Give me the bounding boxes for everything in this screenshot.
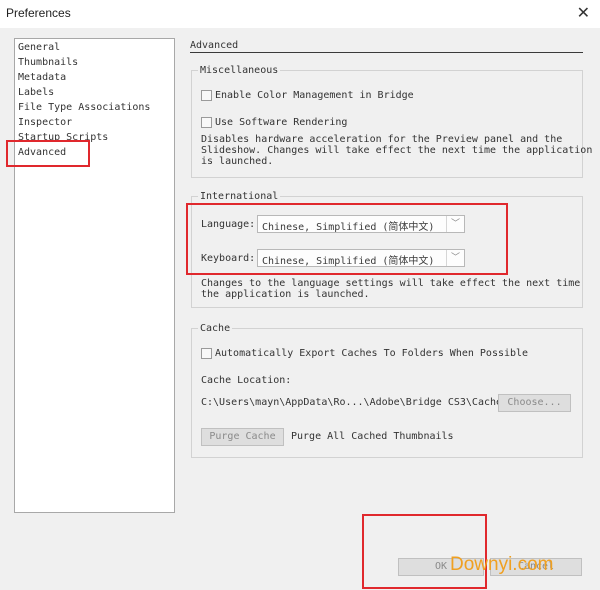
ok-button-highlight-box xyxy=(362,514,487,589)
watermark-logo: Downyi.com xyxy=(450,554,554,575)
sidebar-item-general[interactable]: General xyxy=(18,41,60,55)
software-rendering-note-line1: Disables hardware acceleration for the P… xyxy=(201,134,563,145)
software-rendering-note-line2: Slideshow. Changes will take effect the … xyxy=(201,145,593,156)
sidebar-item-inspector[interactable]: Inspector xyxy=(18,116,72,130)
close-icon[interactable]: ✕ xyxy=(577,3,590,22)
sidebar-item-thumbnails[interactable]: Thumbnails xyxy=(18,56,78,70)
sidebar-item-labels[interactable]: Labels xyxy=(18,86,54,100)
window-title: Preferences xyxy=(6,6,71,20)
language-note-line1: Changes to the language settings will ta… xyxy=(201,278,581,289)
enable-color-management-label: Enable Color Management in Bridge xyxy=(215,90,414,101)
international-group-title: International xyxy=(198,191,281,202)
cache-group-title: Cache xyxy=(198,323,233,334)
heading-divider xyxy=(190,52,583,53)
title-bar: Preferences ✕ xyxy=(0,0,600,28)
software-rendering-checkbox[interactable] xyxy=(201,117,212,128)
purge-cache-description: Purge All Cached Thumbnails xyxy=(291,431,454,442)
miscellaneous-group-title: Miscellaneous xyxy=(198,65,281,76)
software-rendering-label: Use Software Rendering xyxy=(215,117,348,128)
language-note-line2: the application is launched. xyxy=(201,289,370,300)
auto-export-caches-label: Automatically Export Caches To Folders W… xyxy=(215,348,529,359)
panel-title: Advanced xyxy=(190,40,239,51)
cache-location-label: Cache Location: xyxy=(201,375,292,386)
international-highlight-box xyxy=(186,203,508,275)
cache-location-path: C:\Users\mayn\AppData\Ro...\Adobe\Bridge… xyxy=(201,397,509,408)
purge-cache-button[interactable]: Purge Cache xyxy=(201,428,284,446)
sidebar-item-file-type-associations[interactable]: File Type Associations xyxy=(18,101,150,115)
category-list[interactable]: General Thumbnails Metadata Labels File … xyxy=(14,38,175,513)
advanced-highlight-box xyxy=(6,140,90,167)
software-rendering-note-line3: is launched. xyxy=(201,156,274,167)
auto-export-caches-checkbox[interactable] xyxy=(201,348,212,359)
sidebar-item-metadata[interactable]: Metadata xyxy=(18,71,66,85)
choose-button[interactable]: Choose... xyxy=(498,394,571,412)
enable-color-management-checkbox[interactable] xyxy=(201,90,212,101)
